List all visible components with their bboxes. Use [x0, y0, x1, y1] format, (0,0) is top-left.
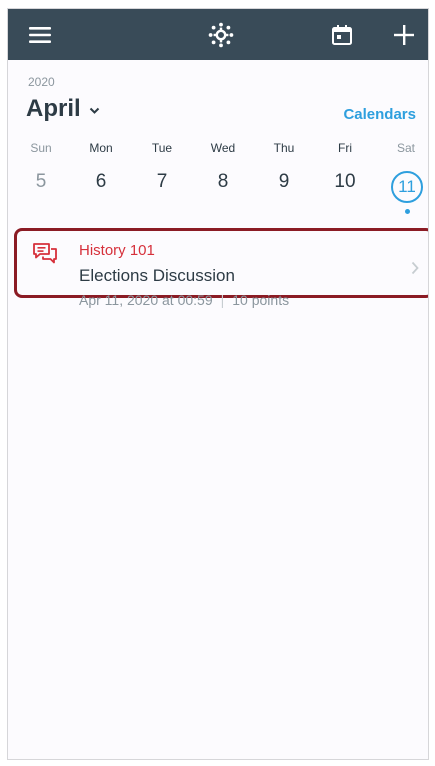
day-8[interactable]: 8 [193, 171, 253, 193]
event-item-elections-discussion[interactable]: History 101 Elections Discussion Apr 11,… [14, 228, 428, 308]
weekday-label-tue: Tue [151, 141, 173, 155]
month-selector[interactable]: April [26, 95, 100, 123]
event-course-name: History 101 [79, 242, 155, 259]
chevron-down-icon [89, 102, 100, 120]
day-10[interactable]: 10 [315, 171, 375, 193]
meta-divider: | [220, 292, 225, 308]
day-9[interactable]: 9 [254, 171, 314, 193]
year-label: 2020 [28, 75, 55, 89]
weekday-label-sat: Sat [396, 141, 415, 155]
event-date: Apr 11, 2020 at 00:59 [79, 292, 213, 308]
day-11-selected[interactable]: 11 [391, 171, 423, 203]
canvas-logo-icon [201, 9, 241, 60]
calendars-link[interactable]: Calendars [343, 106, 416, 123]
chevron-right-icon [411, 261, 419, 280]
weekday-label-thu: Thu [273, 141, 295, 155]
event-title: Elections Discussion [79, 266, 235, 285]
month-label: April [26, 95, 81, 122]
calendar-today-icon[interactable] [324, 9, 360, 60]
hamburger-menu-icon[interactable] [22, 9, 58, 60]
weekday-label-sun: Sun [30, 141, 52, 155]
discussion-icon [32, 242, 58, 271]
day-7[interactable]: 7 [132, 171, 192, 193]
week-strip: Sun Mon Tue Wed Thu Fri Sat 5 6 7 8 9 10 [8, 141, 428, 221]
weekday-label-wed: Wed [210, 141, 236, 155]
event-meta: Apr 11, 2020 at 00:59 | 10 points [79, 292, 289, 308]
event-indicator-dot [405, 209, 410, 214]
event-points: 10 points [232, 292, 290, 308]
weekday-label-mon: Mon [89, 141, 113, 155]
phone-screen: 2020 April Calendars Sun Mon Tue Wed Thu… [7, 8, 429, 760]
plus-icon[interactable] [386, 9, 422, 60]
day-6[interactable]: 6 [71, 171, 131, 193]
top-navigation-bar [8, 9, 428, 60]
weekday-label-fri: Fri [338, 141, 352, 155]
day-5[interactable]: 5 [11, 171, 71, 193]
